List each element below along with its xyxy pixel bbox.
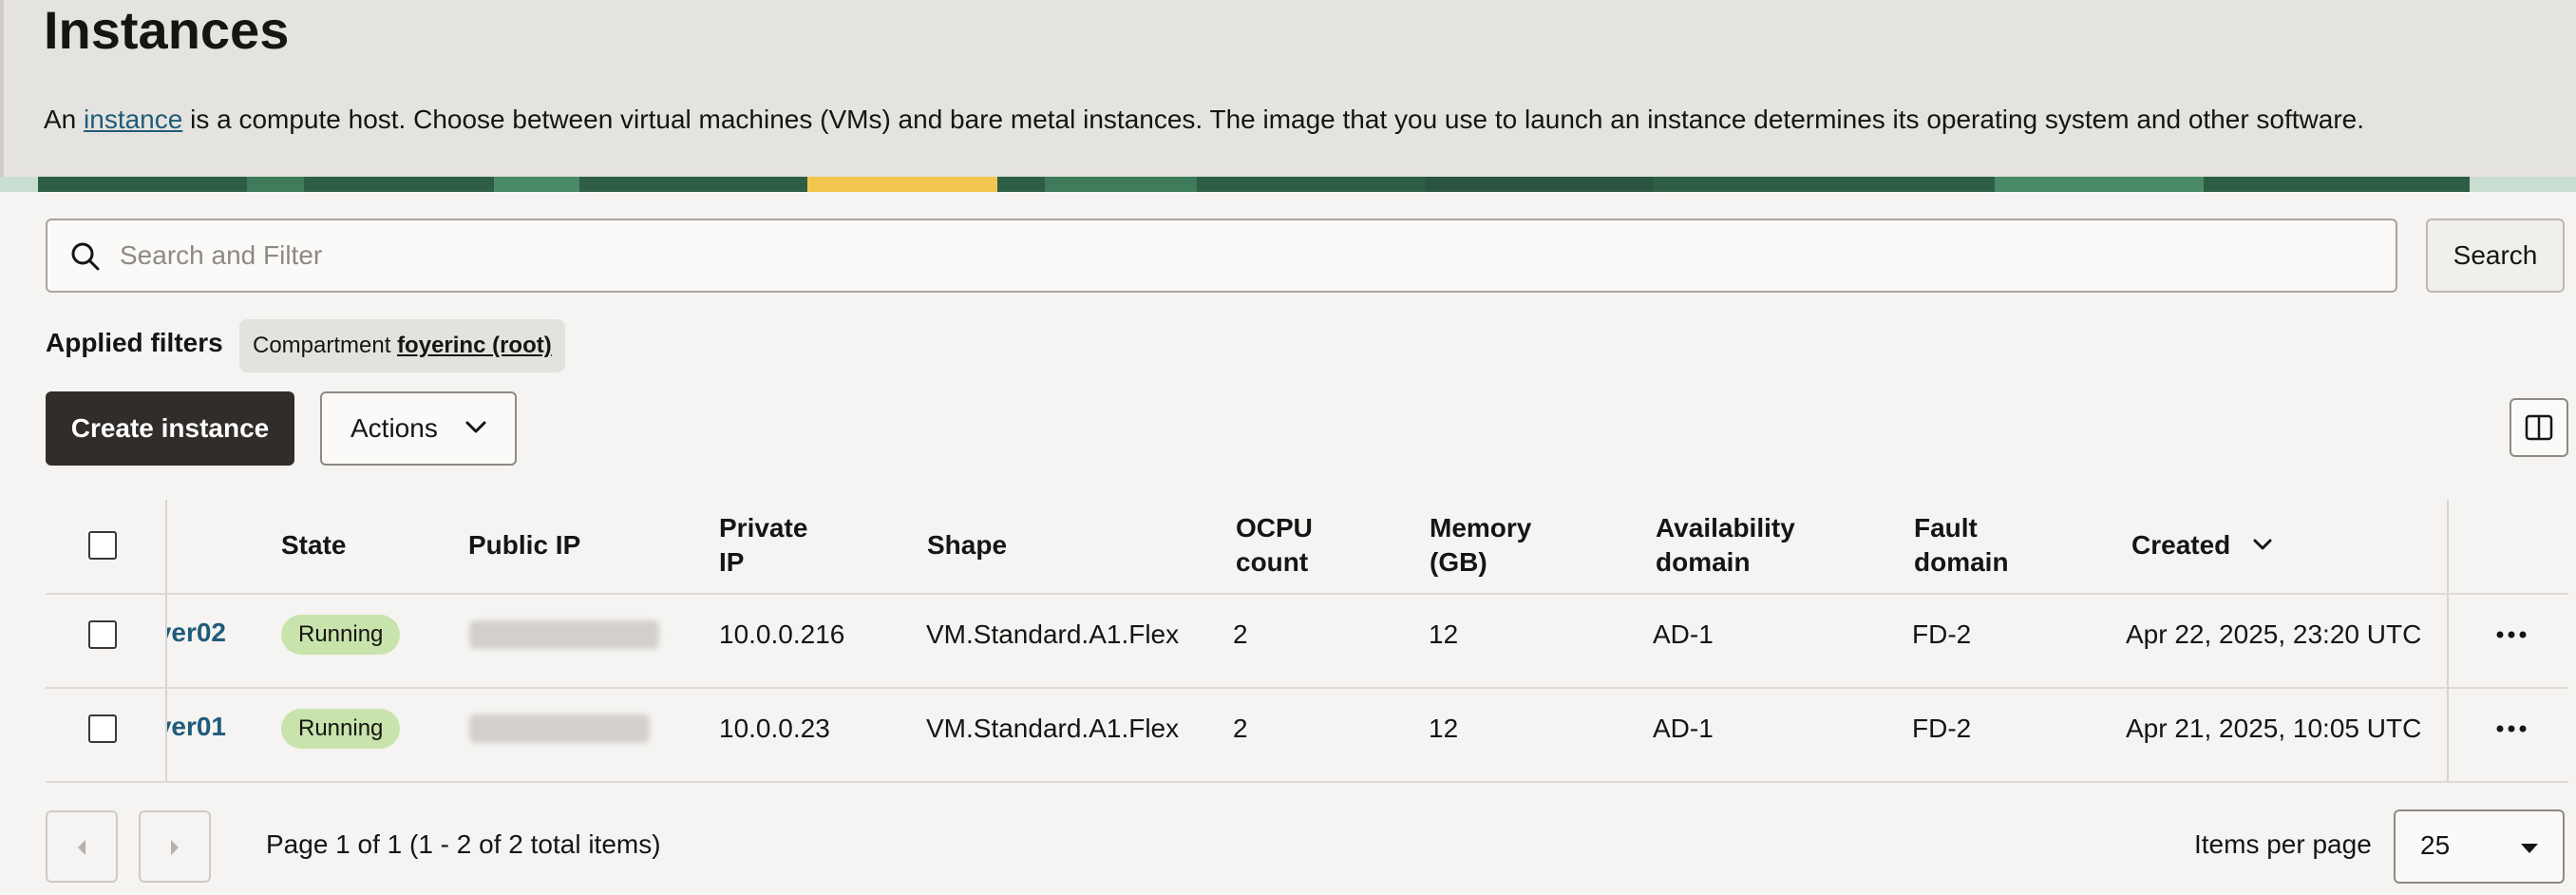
items-per-page-value: 25 — [2420, 830, 2451, 860]
columns-icon — [2525, 414, 2553, 441]
pagination-summary: Page 1 of 1 (1 - 2 of 2 total items) — [266, 829, 661, 859]
search-button[interactable]: Search — [2426, 219, 2565, 293]
header-fault-domain[interactable]: Fault domain — [1914, 511, 2009, 580]
next-page-button[interactable] — [139, 810, 211, 883]
row-divider — [46, 781, 2568, 783]
page-description: An instance is a compute host. Choose be… — [44, 105, 2365, 134]
availability-domain-cell: AD-1 — [1653, 714, 1714, 743]
row-checkbox[interactable] — [88, 714, 117, 743]
header-private-ip[interactable]: Private IP — [719, 511, 807, 580]
actions-label: Actions — [350, 413, 438, 443]
filter-chip-value[interactable]: foyerinc (root) — [397, 333, 552, 358]
header-state[interactable]: State — [281, 528, 346, 562]
ocpu-cell: 2 — [1233, 714, 1248, 743]
previous-page-button[interactable] — [46, 810, 118, 883]
availability-domain-cell: AD-1 — [1653, 619, 1714, 649]
public-ip-redacted — [469, 714, 650, 743]
status-badge: Running — [281, 615, 401, 655]
memory-cell: 12 — [1429, 619, 1459, 649]
row-divider — [46, 593, 2568, 595]
applied-filters-label: Applied filters — [46, 328, 223, 357]
select-all-checkbox[interactable] — [88, 531, 117, 560]
created-cell: Apr 22, 2025, 23:20 UTC — [2126, 619, 2422, 649]
items-per-page-label: Items per page — [2194, 829, 2372, 859]
header-created[interactable]: Created — [2131, 528, 2230, 562]
create-instance-button[interactable]: Create instance — [46, 391, 294, 466]
created-cell: Apr 21, 2025, 10:05 UTC — [2126, 714, 2422, 743]
more-horizontal-icon[interactable] — [2494, 723, 2529, 734]
more-horizontal-icon[interactable] — [2494, 629, 2529, 640]
compartment-filter-chip[interactable]: Compartment foyerinc (root) — [239, 319, 565, 372]
chevron-down-icon — [465, 421, 486, 433]
decorative-banner — [0, 177, 2576, 192]
sort-descending-icon[interactable] — [2252, 538, 2273, 551]
header-public-ip[interactable]: Public IP — [468, 528, 580, 562]
header-memory[interactable]: Memory (GB) — [1430, 511, 1531, 580]
shape-cell: VM.Standard.A1.Flex — [926, 714, 1180, 743]
instance-name-link[interactable]: ver02 — [167, 618, 226, 648]
row-checkbox[interactable] — [88, 620, 117, 649]
fault-domain-cell: FD-2 — [1912, 714, 1972, 743]
header-shape[interactable]: Shape — [927, 528, 1007, 562]
private-ip-cell: 10.0.0.23 — [719, 714, 830, 743]
search-box — [46, 219, 2397, 293]
memory-cell: 12 — [1429, 714, 1459, 743]
filter-chip-key: Compartment — [253, 333, 391, 358]
actions-column-divider — [2447, 500, 2449, 781]
chevron-left-icon — [78, 840, 85, 855]
chevron-right-icon — [171, 840, 179, 855]
ocpu-cell: 2 — [1233, 619, 1248, 649]
fault-domain-cell: FD-2 — [1912, 619, 1972, 649]
header-availability-domain[interactable]: Availability domain — [1656, 511, 1795, 580]
instance-help-link[interactable]: instance — [84, 105, 182, 134]
instance-name-link[interactable]: ver01 — [167, 712, 226, 742]
shape-cell: VM.Standard.A1.Flex — [926, 619, 1180, 649]
page-header — [0, 0, 2576, 177]
items-per-page-select[interactable]: 25 — [2394, 809, 2565, 884]
row-divider — [46, 687, 2568, 689]
actions-button[interactable]: Actions — [320, 391, 517, 466]
header-ocpu-count[interactable]: OCPU count — [1236, 511, 1313, 580]
caret-down-icon — [2521, 844, 2538, 853]
manage-columns-button[interactable] — [2510, 398, 2568, 457]
private-ip-cell: 10.0.0.216 — [719, 619, 845, 649]
page-title: Instances — [44, 0, 290, 60]
public-ip-redacted — [469, 620, 659, 649]
search-input[interactable] — [120, 222, 2380, 289]
status-badge: Running — [281, 709, 401, 749]
search-icon — [68, 239, 103, 274]
